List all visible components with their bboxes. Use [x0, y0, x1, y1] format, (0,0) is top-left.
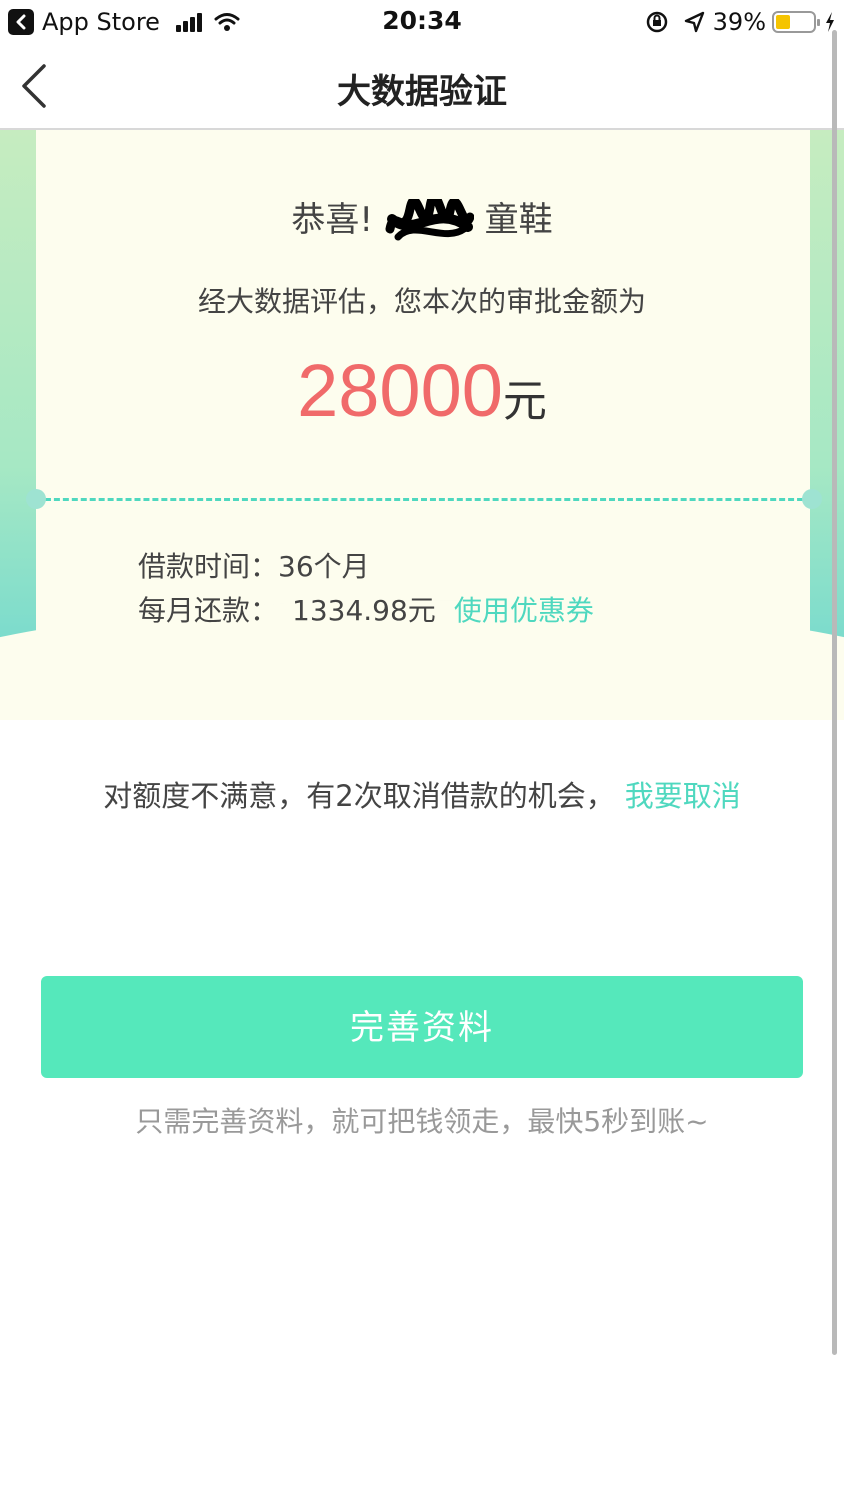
amount-value: 28000: [297, 349, 503, 432]
monthly-payment-value: 1334.98元: [292, 594, 436, 627]
complete-profile-button[interactable]: 完善资料: [41, 976, 803, 1078]
divider-dot-right: [802, 489, 822, 509]
cancel-loan-link[interactable]: 我要取消: [625, 779, 741, 813]
dashed-divider: [36, 498, 812, 501]
scrollbar[interactable]: [832, 30, 837, 1355]
congrats-suffix: 童鞋: [484, 200, 553, 240]
nav-bar: 大数据验证: [0, 44, 844, 130]
status-bar-right: 39%: [645, 8, 836, 36]
loan-info: 借款时间：36个月 每月还款： 1334.98元 使用优惠券: [138, 545, 594, 633]
loan-term-value: 36个月: [278, 550, 370, 583]
redacted-name-scribble: [385, 198, 474, 240]
congrats-text: 恭喜! 童鞋: [0, 192, 844, 245]
battery-fill: [776, 15, 790, 29]
loan-term-row: 借款时间：36个月: [138, 545, 594, 589]
hint-text: 只需完善资料，就可把钱领走，最快5秒到账~: [135, 1105, 709, 1138]
amount-unit: 元: [502, 376, 547, 427]
cancel-notice: 对额度不满意，有2次取消借款的机会， 我要取消: [0, 773, 844, 815]
location-arrow-icon: [684, 11, 704, 33]
rotation-lock-icon: [646, 11, 667, 33]
loan-term-label: 借款时间：: [138, 550, 279, 583]
monthly-payment-label: 每月还款：: [138, 594, 279, 627]
approved-amount: 28000元: [0, 348, 844, 433]
approval-hero: 恭喜! 童鞋 经大数据评估，您本次的审批金额为 28000元 借款时间：36个月…: [0, 130, 844, 720]
divider-dot-left: [26, 489, 46, 509]
approval-description: 经大数据评估，您本次的审批金额为: [197, 285, 646, 318]
use-coupon-link[interactable]: 使用优惠券: [454, 594, 594, 627]
monthly-payment-row: 每月还款： 1334.98元 使用优惠券: [138, 589, 594, 633]
battery-icon: [772, 11, 820, 33]
cancel-notice-text: 对额度不满意，有2次取消借款的机会，: [103, 779, 615, 813]
battery-percent: 39%: [712, 8, 766, 36]
status-bar: App Store 20:34 39%: [0, 0, 844, 44]
page-title: 大数据验证: [337, 72, 507, 112]
congrats-prefix: 恭喜!: [291, 200, 373, 240]
